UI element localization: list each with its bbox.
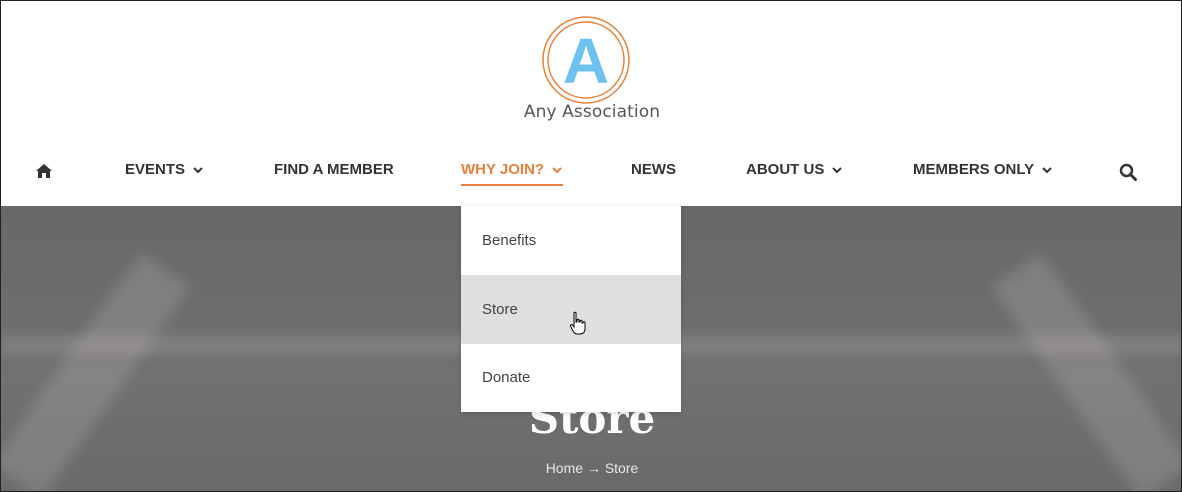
main-nav: EVENTS FIND A MEMBER WHY JOIN? NEWS ABOU…: [1, 151, 1181, 193]
nav-label: EVENTS: [125, 161, 186, 178]
nav-label: FIND A MEMBER: [274, 161, 394, 178]
breadcrumb: Home → Store: [1, 460, 1181, 476]
nav-label: MEMBERS ONLY: [913, 161, 1035, 178]
hand-pointer-cursor-icon: [569, 311, 586, 335]
nav-item-members-only[interactable]: MEMBERS ONLY: [913, 161, 1053, 178]
home-icon[interactable]: [35, 163, 53, 179]
nav-item-events[interactable]: EVENTS: [125, 161, 204, 178]
chevron-down-icon: [832, 166, 843, 173]
dropdown-item-benefits[interactable]: Benefits: [461, 206, 681, 275]
nav-item-find-a-member[interactable]: FIND A MEMBER: [274, 161, 394, 178]
nav-label: NEWS: [631, 161, 676, 178]
breadcrumb-home-link[interactable]: Home: [546, 460, 583, 476]
why-join-dropdown: Benefits Store Donate: [461, 206, 681, 412]
nav-label: WHY JOIN?: [461, 161, 545, 178]
breadcrumb-separator: →: [586, 460, 601, 476]
background-streak: [1, 252, 191, 491]
chevron-down-icon: [193, 166, 203, 173]
logo-letter: A: [563, 25, 609, 97]
breadcrumb-current: Store: [604, 460, 639, 476]
logo-icon[interactable]: A: [541, 15, 631, 105]
brand-name: Any Association: [523, 102, 661, 122]
nav-item-about-us[interactable]: ABOUT US: [746, 161, 843, 178]
dropdown-item-donate[interactable]: Donate: [461, 343, 681, 412]
chevron-down-icon: [552, 166, 562, 173]
chevron-down-icon: [1042, 166, 1052, 173]
nav-label: ABOUT US: [746, 161, 825, 178]
nav-item-news[interactable]: NEWS: [631, 161, 676, 178]
background-streak: [991, 252, 1181, 491]
page: A Any Association EVENTS FIND A MEMBER W…: [0, 0, 1182, 492]
nav-item-why-join[interactable]: WHY JOIN?: [461, 161, 564, 186]
search-icon[interactable]: [1119, 163, 1137, 181]
